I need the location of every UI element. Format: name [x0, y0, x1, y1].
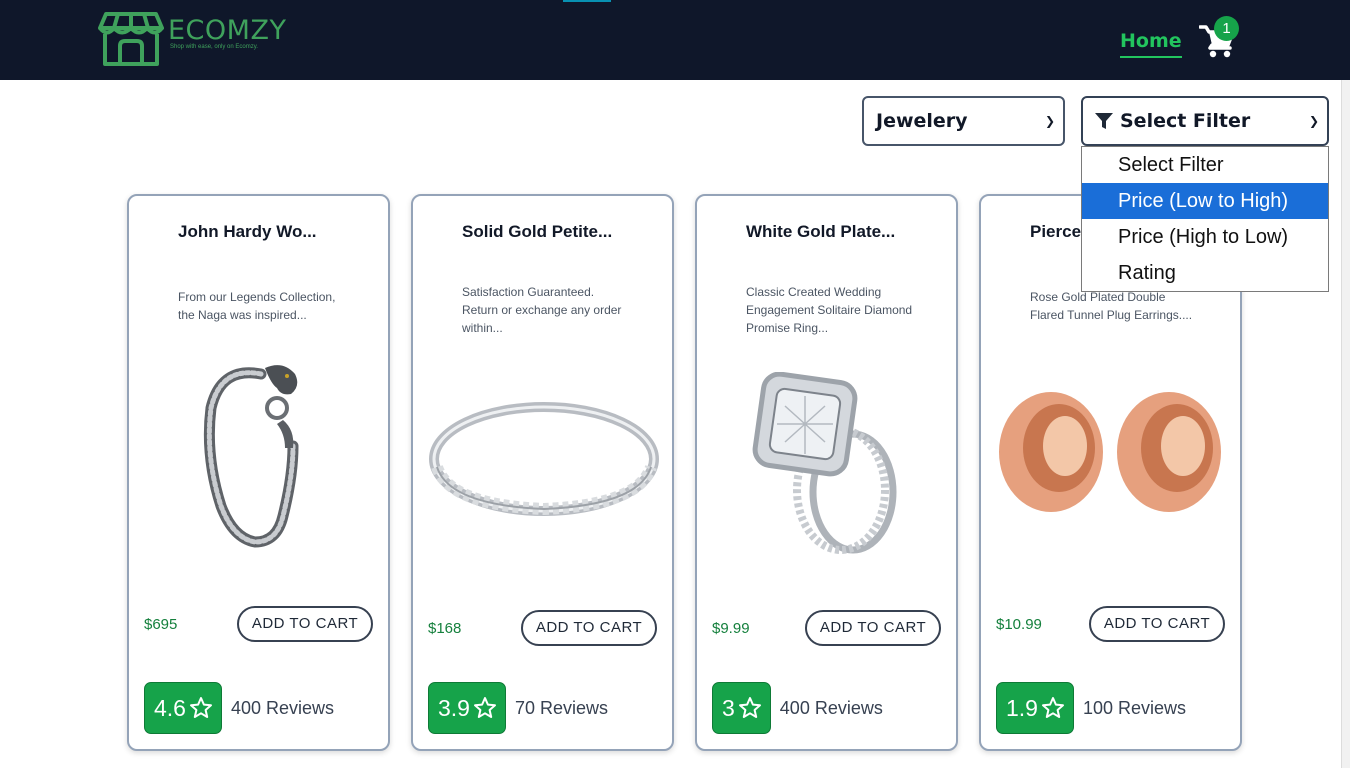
product-image-halo-ring-set	[752, 372, 897, 554]
sort-filter-select[interactable]: Select Filter ❯	[1081, 96, 1329, 146]
storefront-icon	[98, 12, 164, 66]
star-icon	[473, 697, 496, 718]
filter-funnel-icon	[1095, 113, 1113, 129]
product-title: Solid Gold Petite...	[462, 222, 613, 241]
cart-count-badge: 1	[1214, 16, 1239, 41]
rating-badge: 3.9	[428, 682, 506, 734]
sort-filter-dropdown: Select Filter Price (Low to High) Price …	[1081, 146, 1329, 292]
product-image-eternity-ring	[429, 402, 659, 516]
review-count: 70 Reviews	[514, 697, 609, 718]
logo[interactable]: ECOMZY Shop with ease, only on Ecomzy.	[98, 10, 286, 68]
add-to-cart-button[interactable]: ADD TO CART	[805, 610, 941, 646]
product-image-chain-bracelet	[203, 365, 299, 548]
rating-row: 3 400 Reviews	[712, 682, 883, 734]
option-rating[interactable]: Rating	[1082, 255, 1328, 291]
product-price: $695	[144, 616, 178, 633]
option-select-filter[interactable]: Select Filter	[1082, 147, 1328, 183]
page-scrollbar[interactable]	[1341, 80, 1350, 768]
product-title: White Gold Plate...	[746, 222, 896, 241]
product-title: John Hardy Wo...	[178, 222, 317, 241]
nav-home-link[interactable]: Home	[1120, 30, 1182, 58]
product-price: $9.99	[712, 620, 750, 637]
product-description: Classic Created Wedding Engagement Solit…	[746, 285, 913, 335]
sort-filter-value: Select Filter	[1120, 110, 1251, 132]
product-description: From our Legends Collection, the Naga wa…	[178, 290, 336, 322]
rating-value: 3	[722, 694, 735, 721]
star-icon	[189, 697, 212, 718]
product-card[interactable]: White Gold Plate... Classic Created Wedd…	[695, 194, 958, 751]
rating-value: 4.6	[154, 694, 186, 721]
add-to-cart-button[interactable]: ADD TO CART	[521, 610, 657, 646]
review-count: 400 Reviews	[779, 697, 883, 718]
product-description: Rose Gold Plated Double Flared Tunnel Pl…	[1030, 290, 1193, 322]
product-description: Satisfaction Guaranteed. Return or excha…	[462, 285, 622, 335]
star-icon	[1041, 697, 1064, 718]
nav-accent-bar	[563, 0, 611, 2]
rating-row: 4.6 400 Reviews	[144, 682, 334, 734]
star-icon	[738, 697, 761, 718]
product-price: $10.99	[996, 616, 1042, 633]
review-count: 100 Reviews	[1082, 697, 1187, 718]
chevron-down-icon: ❯	[1044, 114, 1055, 128]
add-to-cart-button[interactable]: ADD TO CART	[237, 606, 373, 642]
review-count: 400 Reviews	[230, 697, 335, 718]
rating-badge: 3	[712, 682, 771, 734]
product-card[interactable]: John Hardy Wo... From our Legends Collec…	[127, 194, 390, 751]
category-select[interactable]: Jewelery ❯	[862, 96, 1065, 146]
rating-row: 3.9 70 Reviews	[428, 682, 608, 734]
rating-row: 1.9 100 Reviews	[996, 682, 1186, 734]
category-select-value: Jewelery	[876, 110, 968, 132]
product-card[interactable]: Solid Gold Petite... Satisfaction Guaran…	[411, 194, 674, 751]
chevron-down-icon: ❯	[1308, 114, 1319, 128]
rating-value: 1.9	[1006, 694, 1038, 721]
add-to-cart-button[interactable]: ADD TO CART	[1089, 606, 1225, 642]
option-price-low-high[interactable]: Price (Low to High)	[1082, 183, 1328, 219]
brand-name: ECOMZY	[168, 15, 287, 46]
option-price-high-low[interactable]: Price (High to Low)	[1082, 219, 1328, 255]
rating-value: 3.9	[438, 694, 470, 721]
rating-badge: 1.9	[996, 682, 1074, 734]
product-price: $168	[428, 620, 462, 637]
product-image-tunnel-plugs	[999, 392, 1221, 512]
navbar: ECOMZY Shop with ease, only on Ecomzy. H…	[0, 0, 1350, 80]
rating-badge: 4.6	[144, 682, 222, 734]
